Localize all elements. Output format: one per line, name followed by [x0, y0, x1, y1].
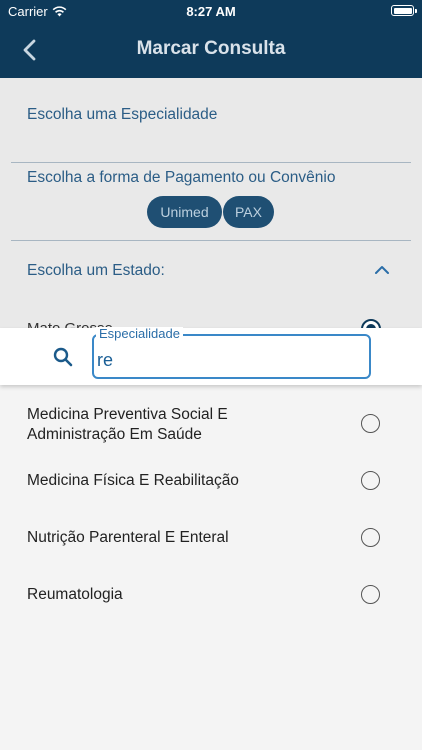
list-item-radio[interactable]	[361, 528, 380, 547]
battery-icon	[391, 5, 417, 16]
search-field-label: Especialidade	[96, 327, 183, 341]
list-item[interactable]: Reumatologia	[0, 566, 422, 623]
divider	[11, 162, 411, 163]
payment-chip-pax[interactable]: PAX	[223, 196, 274, 228]
list-item-line: Medicina Preventiva Social E	[27, 406, 228, 423]
list-item[interactable]: Nutrição Parenteral E Enteral	[0, 509, 422, 566]
search-icon	[53, 347, 73, 367]
search-bar: Especialidade	[0, 327, 422, 385]
status-time: 8:27 AM	[186, 4, 236, 19]
search-input[interactable]	[97, 348, 357, 372]
list-item-label: Medicina Física E Reabilitação	[27, 472, 239, 489]
status-bar: Carrier 8:27 AM	[0, 0, 422, 22]
list-item-radio[interactable]	[361, 471, 380, 490]
payment-chip-unimed[interactable]: Unimed	[147, 196, 222, 228]
app-bar: Marcar Consulta	[0, 28, 422, 72]
specialty-search-sheet: Especialidade Medicina Preventiva Social…	[0, 327, 422, 750]
list-item-label: Nutrição Parenteral E Enteral	[27, 529, 229, 546]
specialty-selector[interactable]: Escolha uma Especialidade	[27, 106, 217, 124]
search-field[interactable]: Especialidade	[92, 327, 371, 379]
list-item[interactable]: Medicina Preventiva Social E Administraç…	[0, 395, 422, 452]
list-item-line: Administração Em Saúde	[27, 426, 202, 443]
divider	[11, 240, 411, 241]
list-item-label: Medicina Preventiva Social E Administraç…	[27, 405, 228, 445]
list-item-label: Reumatologia	[27, 586, 123, 603]
list-item-radio[interactable]	[361, 585, 380, 604]
list-item[interactable]: Medicina Física E Reabilitação	[0, 452, 422, 509]
list-item-radio[interactable]	[361, 414, 380, 433]
state-label[interactable]: Escolha um Estado:	[27, 262, 165, 280]
page-title: Marcar Consulta	[136, 38, 286, 59]
top-bar: Carrier 8:27 AM Marcar Consulta	[0, 0, 422, 78]
payment-label: Escolha a forma de Pagamento ou Convênio	[27, 169, 336, 186]
chevron-up-icon[interactable]	[373, 263, 391, 277]
